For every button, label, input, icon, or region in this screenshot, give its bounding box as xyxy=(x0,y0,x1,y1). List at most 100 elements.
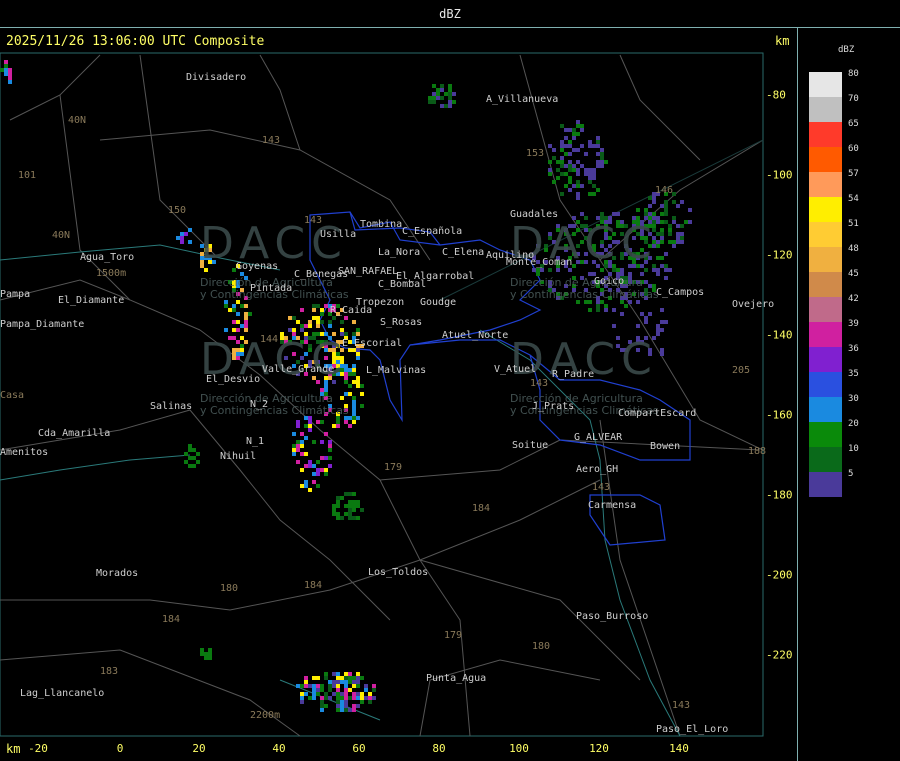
echo-cell xyxy=(296,424,300,428)
echo-cell xyxy=(352,684,356,688)
echo-cell xyxy=(188,456,192,460)
echo-cell xyxy=(348,384,352,388)
echo-cell xyxy=(372,688,376,692)
echo-cell xyxy=(340,320,344,324)
echo-cell xyxy=(356,356,360,360)
place-label: El_Diamante xyxy=(58,295,125,306)
echo-cell xyxy=(344,692,348,696)
echo-cell xyxy=(336,692,340,696)
echo-cell xyxy=(652,196,656,200)
echo-cell xyxy=(588,144,592,148)
echo-cell xyxy=(360,404,364,408)
legend-value: 51 xyxy=(848,219,859,229)
place-label: Divisadero xyxy=(186,72,247,83)
echo-cell xyxy=(356,704,360,708)
x-tick-label: 140 xyxy=(669,742,689,755)
echo-cell xyxy=(372,696,376,700)
echo-cell xyxy=(576,172,580,176)
echo-cell xyxy=(660,232,664,236)
echo-cell xyxy=(352,412,356,416)
echo-cell xyxy=(192,448,196,452)
legend-value: 70 xyxy=(848,94,859,104)
radar-map[interactable] xyxy=(0,0,900,761)
echo-cell xyxy=(328,444,332,448)
echo-cell xyxy=(348,368,352,372)
echo-cell xyxy=(448,100,452,104)
place-label: Cda_Amarilla xyxy=(38,428,111,439)
echo-cell xyxy=(184,460,188,464)
legend-value: 35 xyxy=(848,369,859,379)
echo-cell xyxy=(572,148,576,152)
echo-cell xyxy=(332,424,336,428)
echo-cell xyxy=(316,420,320,424)
echo-cell xyxy=(648,196,652,200)
echo-cell xyxy=(580,212,584,216)
echo-cell xyxy=(328,456,332,460)
echo-cell xyxy=(572,128,576,132)
echo-cell xyxy=(308,460,312,464)
echo-cell xyxy=(580,128,584,132)
echo-cell xyxy=(308,428,312,432)
echo-cell xyxy=(668,268,672,272)
echo-cell xyxy=(312,304,316,308)
echo-cell xyxy=(304,676,308,680)
route-number: 143 xyxy=(592,482,611,493)
echo-cell xyxy=(308,320,312,324)
watermark-subtitle: y Contingencias Climáticas xyxy=(510,288,659,301)
units-label-bottom: km xyxy=(6,742,21,756)
echo-cell xyxy=(568,160,572,164)
echo-cell xyxy=(588,176,592,180)
route-number: 180 xyxy=(220,583,239,594)
place-label: Nihuil xyxy=(220,451,257,462)
echo-cell xyxy=(660,328,664,332)
legend-value: 54 xyxy=(848,194,859,204)
echo-cell xyxy=(664,212,668,216)
echo-cell xyxy=(344,680,348,684)
y-tick-label: -220 xyxy=(766,648,793,662)
echo-cell xyxy=(664,208,668,212)
echo-cell xyxy=(300,440,304,444)
legend-swatch xyxy=(809,72,842,97)
echo-cell xyxy=(304,680,308,684)
echo-cell xyxy=(312,684,316,688)
echo-cell xyxy=(324,696,328,700)
echo-cell xyxy=(356,696,360,700)
echo-cell xyxy=(340,396,344,400)
echo-cell xyxy=(324,472,328,476)
echo-cell xyxy=(200,652,204,656)
echo-cell xyxy=(336,500,340,504)
y-tick-label: -120 xyxy=(766,248,793,262)
echo-cell xyxy=(688,208,692,212)
echo-cell xyxy=(660,228,664,232)
echo-cell xyxy=(188,228,192,232)
echo-cell xyxy=(432,100,436,104)
echo-cell xyxy=(432,96,436,100)
route-number: 184 xyxy=(472,503,491,514)
echo-cell xyxy=(560,172,564,176)
echo-cell xyxy=(296,448,300,452)
echo-cell xyxy=(352,372,356,376)
echo-cell xyxy=(352,680,356,684)
echo-cell xyxy=(320,312,324,316)
echo-cell xyxy=(320,320,324,324)
echo-cell xyxy=(648,204,652,208)
echo-cell xyxy=(676,232,680,236)
place-label: El_Desvio xyxy=(206,374,261,385)
echo-cell xyxy=(348,512,352,516)
echo-cell xyxy=(180,240,184,244)
echo-cell xyxy=(576,120,580,124)
echo-cell xyxy=(560,164,564,168)
echo-cell xyxy=(336,504,340,508)
legend-title: dBZ xyxy=(838,45,855,55)
echo-cell xyxy=(588,168,592,172)
y-tick-label: -200 xyxy=(766,568,793,582)
echo-cell xyxy=(664,320,668,324)
echo-cell xyxy=(584,172,588,176)
echo-cell xyxy=(444,92,448,96)
route-number: 144 xyxy=(260,334,279,345)
echo-cell xyxy=(288,328,292,332)
echo-cell xyxy=(448,96,452,100)
echo-cell xyxy=(600,152,604,156)
echo-cell xyxy=(656,328,660,332)
route-number: 143 xyxy=(304,215,323,226)
